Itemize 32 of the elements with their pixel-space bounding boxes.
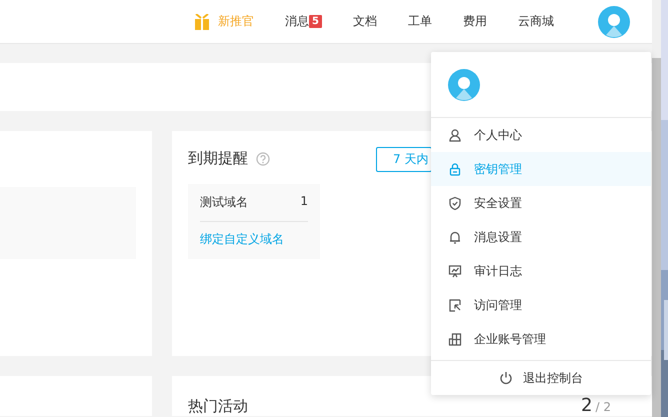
scrollbar-thumb[interactable] [652, 58, 661, 417]
nav-link[interactable]: 文档 [353, 13, 377, 30]
menu-item[interactable]: 企业账号管理 [431, 322, 651, 356]
count-badge: 5 [309, 15, 322, 28]
page-number: 2 [581, 395, 592, 416]
card-title: 热门活动 [188, 397, 248, 416]
nav-link[interactable]: 云商城 [518, 13, 554, 30]
nav-link[interactable]: 费用 [463, 13, 487, 30]
building-icon [448, 332, 462, 346]
lock-icon [448, 162, 462, 176]
shield-icon [448, 196, 462, 210]
menu-item[interactable]: 访问管理 [431, 288, 651, 322]
bell-icon [448, 230, 462, 244]
menu-item[interactable]: 审计日志 [431, 254, 651, 288]
menu-item[interactable]: 消息设置 [431, 220, 651, 254]
avatar-icon[interactable] [598, 6, 630, 38]
card-title: 到期提醒 [188, 149, 248, 168]
page-total: / 2 [596, 400, 611, 414]
help-icon[interactable] [256, 152, 270, 166]
gift-icon [195, 14, 210, 30]
nav-link[interactable]: 消息 [285, 13, 310, 30]
nav-link[interactable]: 工单 [408, 13, 432, 30]
menu-item[interactable]: 安全设置 [431, 186, 651, 220]
avatar-icon[interactable] [448, 68, 480, 100]
power-icon [499, 371, 513, 385]
domain-count: 1 [300, 194, 308, 210]
logout-item[interactable]: 退出控制台 [431, 360, 651, 395]
menu-item[interactable]: 个人中心 [431, 118, 651, 152]
domain-name: 测试域名 [200, 194, 248, 211]
cursor-frame-icon [448, 298, 462, 312]
monitor-icon [448, 264, 462, 278]
person-icon [448, 128, 462, 142]
